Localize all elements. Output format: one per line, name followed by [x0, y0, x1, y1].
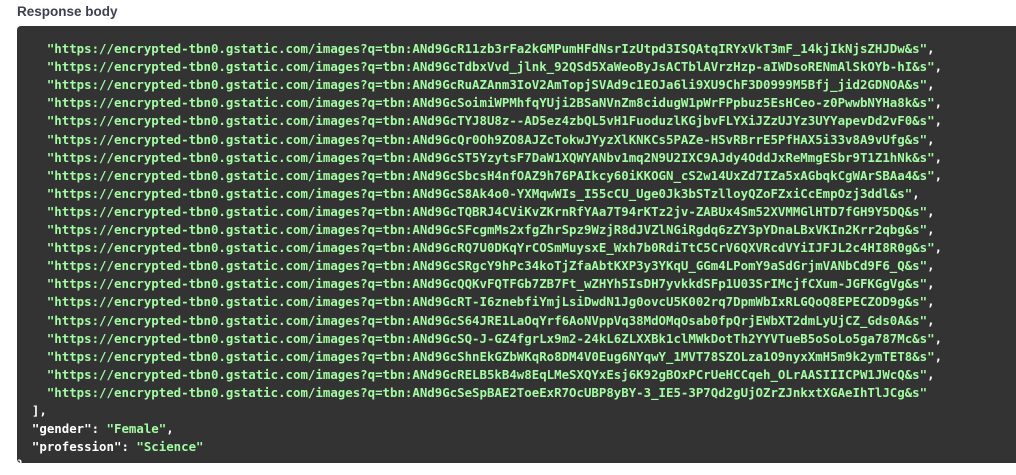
image-url-line: "https://encrypted-tbn0.gstatic.com/imag…	[46, 77, 935, 93]
image-url-line: "https://encrypted-tbn0.gstatic.com/imag…	[46, 366, 935, 382]
image-url-line: "https://encrypted-tbn0.gstatic.com/imag…	[46, 41, 935, 57]
image-url-string: "https://encrypted-tbn0.gstatic.com/imag…	[46, 41, 928, 57]
image-url-line: "https://encrypted-tbn0.gstatic.com/imag…	[46, 113, 943, 129]
partial-line-top	[17, 26, 942, 40]
image-url-line: "https://encrypted-tbn0.gstatic.com/imag…	[46, 276, 935, 292]
image-url-string: "https://encrypted-tbn0.gstatic.com/imag…	[46, 95, 935, 111]
gender-value: "Female"	[106, 421, 167, 437]
image-url-line: "https://encrypted-tbn0.gstatic.com/imag…	[46, 167, 943, 183]
profession-line: "profession": "Science"	[31, 439, 204, 455]
profession-value: "Science"	[136, 439, 204, 455]
image-url-string: "https://encrypted-tbn0.gstatic.com/imag…	[46, 258, 928, 274]
image-url-line: "https://encrypted-tbn0.gstatic.com/imag…	[46, 203, 935, 219]
image-url-string: "https://encrypted-tbn0.gstatic.com/imag…	[46, 294, 928, 310]
image-url-line: "https://encrypted-tbn0.gstatic.com/imag…	[46, 312, 935, 328]
array-close: ],	[31, 402, 47, 418]
image-url-line: "https://encrypted-tbn0.gstatic.com/imag…	[46, 149, 943, 165]
image-url-string: "https://encrypted-tbn0.gstatic.com/imag…	[46, 131, 928, 147]
image-url-string: "https://encrypted-tbn0.gstatic.com/imag…	[46, 203, 928, 219]
image-url-string: "https://encrypted-tbn0.gstatic.com/imag…	[46, 366, 928, 382]
response-body-title: Response body	[17, 4, 118, 19]
image-url-string: "https://encrypted-tbn0.gstatic.com/imag…	[46, 222, 928, 238]
image-url-line: "https://encrypted-tbn0.gstatic.com/imag…	[46, 222, 935, 238]
image-url-string: "https://encrypted-tbn0.gstatic.com/imag…	[46, 384, 928, 400]
image-url-string: "https://encrypted-tbn0.gstatic.com/imag…	[46, 276, 928, 292]
image-url-string: "https://encrypted-tbn0.gstatic.com/imag…	[46, 312, 928, 328]
image-url-line: "https://encrypted-tbn0.gstatic.com/imag…	[46, 131, 935, 147]
gender-line: "gender": "Female",	[31, 421, 174, 437]
response-body-panel[interactable]: "https://encrypted-tbn0.gstatic.com/imag…	[17, 26, 1016, 463]
image-url-line: "https://encrypted-tbn0.gstatic.com/imag…	[46, 185, 920, 201]
image-url-line: "https://encrypted-tbn0.gstatic.com/imag…	[46, 95, 943, 111]
image-url-line: "https://encrypted-tbn0.gstatic.com/imag…	[46, 294, 935, 310]
image-url-line: "https://encrypted-tbn0.gstatic.com/imag…	[46, 330, 943, 346]
image-url-string: "https://encrypted-tbn0.gstatic.com/imag…	[46, 59, 935, 75]
image-url-string: "https://encrypted-tbn0.gstatic.com/imag…	[46, 330, 935, 346]
object-close-line: }	[17, 456, 942, 463]
image-url-line: "https://encrypted-tbn0.gstatic.com/imag…	[17, 384, 942, 402]
image-url-line: "https://encrypted-tbn0.gstatic.com/imag…	[46, 348, 943, 364]
gender-key: "gender"	[31, 421, 92, 437]
image-url-line: "https://encrypted-tbn0.gstatic.com/imag…	[46, 258, 935, 274]
response-code-block: "https://encrypted-tbn0.gstatic.com/imag…	[17, 26, 942, 463]
image-url-string: "https://encrypted-tbn0.gstatic.com/imag…	[46, 149, 935, 165]
image-url-string: "https://encrypted-tbn0.gstatic.com/imag…	[46, 167, 935, 183]
image-url-string: "https://encrypted-tbn0.gstatic.com/imag…	[46, 113, 935, 129]
array-close-line: ],	[17, 402, 942, 420]
image-url-line: "https://encrypted-tbn0.gstatic.com/imag…	[46, 240, 943, 256]
object-close: }	[17, 457, 24, 463]
image-url-string: "https://encrypted-tbn0.gstatic.com/imag…	[46, 240, 935, 256]
profession-key: "profession"	[31, 439, 122, 455]
image-url-string: "https://encrypted-tbn0.gstatic.com/imag…	[46, 185, 913, 201]
image-url-string: "https://encrypted-tbn0.gstatic.com/imag…	[46, 348, 935, 364]
image-url-line: "https://encrypted-tbn0.gstatic.com/imag…	[46, 59, 943, 75]
image-url-string: "https://encrypted-tbn0.gstatic.com/imag…	[46, 77, 928, 93]
